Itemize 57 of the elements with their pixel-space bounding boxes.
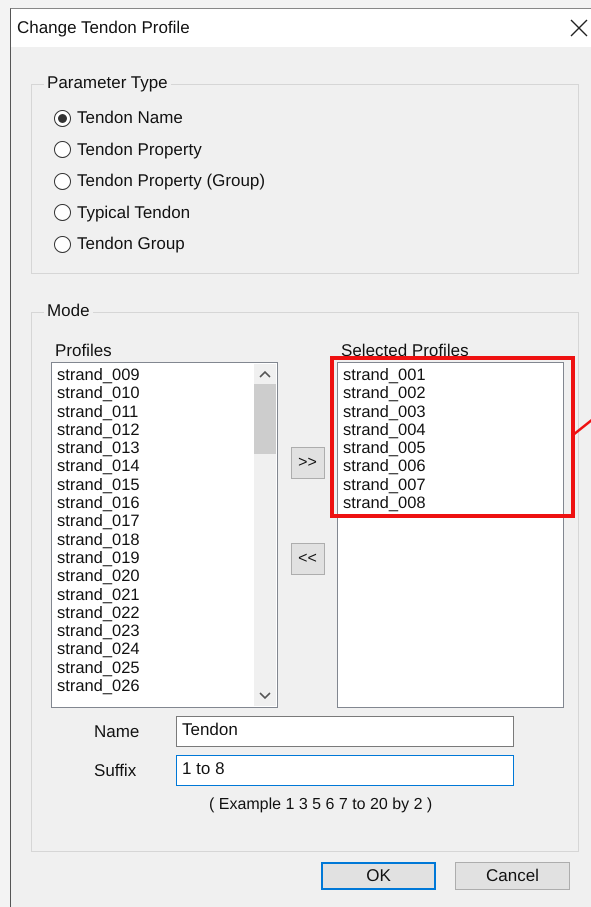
list-item[interactable]: strand_015 (57, 476, 253, 494)
list-item[interactable]: strand_026 (57, 677, 253, 696)
list-item[interactable]: strand_003 (343, 402, 563, 421)
profiles-list[interactable]: strand_009 strand_010 strand_011 strand_012 strand_013 strand_014 strand_015 strand_016 strand_017 strand_018 strand_019 strand_020 strand_021 strand_022 strand_023 strand_024 strand_025 strand_026 (51, 362, 278, 708)
scroll-down-icon[interactable] (259, 692, 271, 700)
radio-label[interactable]: Typical Tendon (77, 202, 190, 222)
field-label: Name (93, 722, 140, 742)
list-item[interactable]: strand_025 (57, 658, 253, 678)
leader-line (573, 418, 591, 436)
list-item[interactable]: strand_011 (57, 402, 253, 421)
close-icon[interactable] (570, 19, 588, 37)
input-field[interactable]: Tendon (176, 716, 514, 747)
scrollbar[interactable] (254, 364, 276, 706)
list-item[interactable]: strand_020 (57, 567, 253, 586)
radio-button[interactable] (54, 141, 71, 158)
list-item[interactable]: strand_009 (57, 366, 253, 384)
group-title: Parameter Type (44, 73, 171, 93)
list-item[interactable]: strand_014 (57, 457, 253, 476)
radio-button[interactable] (54, 204, 71, 221)
radio-label[interactable]: Tendon Property (77, 140, 202, 160)
list-item[interactable]: strand_018 (57, 530, 253, 549)
list-item[interactable]: strand_008 (343, 494, 563, 512)
list-label: Selected Profiles (341, 341, 470, 362)
scroll-thumb[interactable] (254, 384, 276, 454)
window-title: Change Tendon Profile (17, 18, 190, 38)
list-item[interactable]: strand_002 (343, 384, 563, 403)
dialog-button[interactable]: OK (321, 862, 436, 890)
radio-button[interactable] (54, 236, 71, 252)
move-button[interactable]: >> (290, 447, 324, 479)
list-item[interactable]: strand_024 (57, 640, 253, 659)
list-label: Profiles (55, 341, 113, 362)
scroll-up-icon[interactable] (259, 370, 271, 378)
radio-label[interactable]: Tendon Group (77, 234, 185, 254)
list-item[interactable]: strand_005 (343, 439, 563, 458)
list-item[interactable]: strand_004 (343, 420, 563, 440)
list-item[interactable]: strand_001 (343, 366, 563, 384)
radio-label[interactable]: Tendon Property (Group) (77, 171, 266, 191)
list-item[interactable]: strand_013 (57, 439, 253, 458)
dialog-button[interactable]: Cancel (455, 862, 570, 890)
list-item[interactable]: strand_022 (57, 604, 253, 622)
list-item[interactable]: strand_017 (57, 512, 253, 531)
list-item[interactable]: strand_007 (343, 476, 563, 494)
radio-button[interactable] (54, 110, 71, 126)
input-field[interactable]: 1 to 8 (176, 755, 514, 786)
list-item[interactable]: strand_016 (57, 494, 253, 512)
list-item[interactable]: strand_010 (57, 384, 253, 403)
list-item[interactable]: strand_023 (57, 622, 253, 640)
list-item[interactable]: strand_021 (57, 586, 253, 604)
radio-button[interactable] (54, 172, 71, 190)
field-label: Suffix (93, 760, 138, 780)
hint-text: ( Example 1 3 5 6 7 to 20 by 2 ) (209, 796, 434, 814)
radio-label[interactable]: Tendon Name (77, 108, 183, 128)
list-item[interactable]: strand_006 (343, 457, 563, 476)
list-item[interactable]: strand_012 (57, 420, 253, 440)
list-item[interactable]: strand_019 (57, 548, 253, 568)
selected-profiles-list[interactable]: strand_001 strand_002 strand_003 strand_004 strand_005 strand_006 strand_007 strand_008 (337, 362, 564, 708)
move-button[interactable]: << (290, 543, 324, 575)
